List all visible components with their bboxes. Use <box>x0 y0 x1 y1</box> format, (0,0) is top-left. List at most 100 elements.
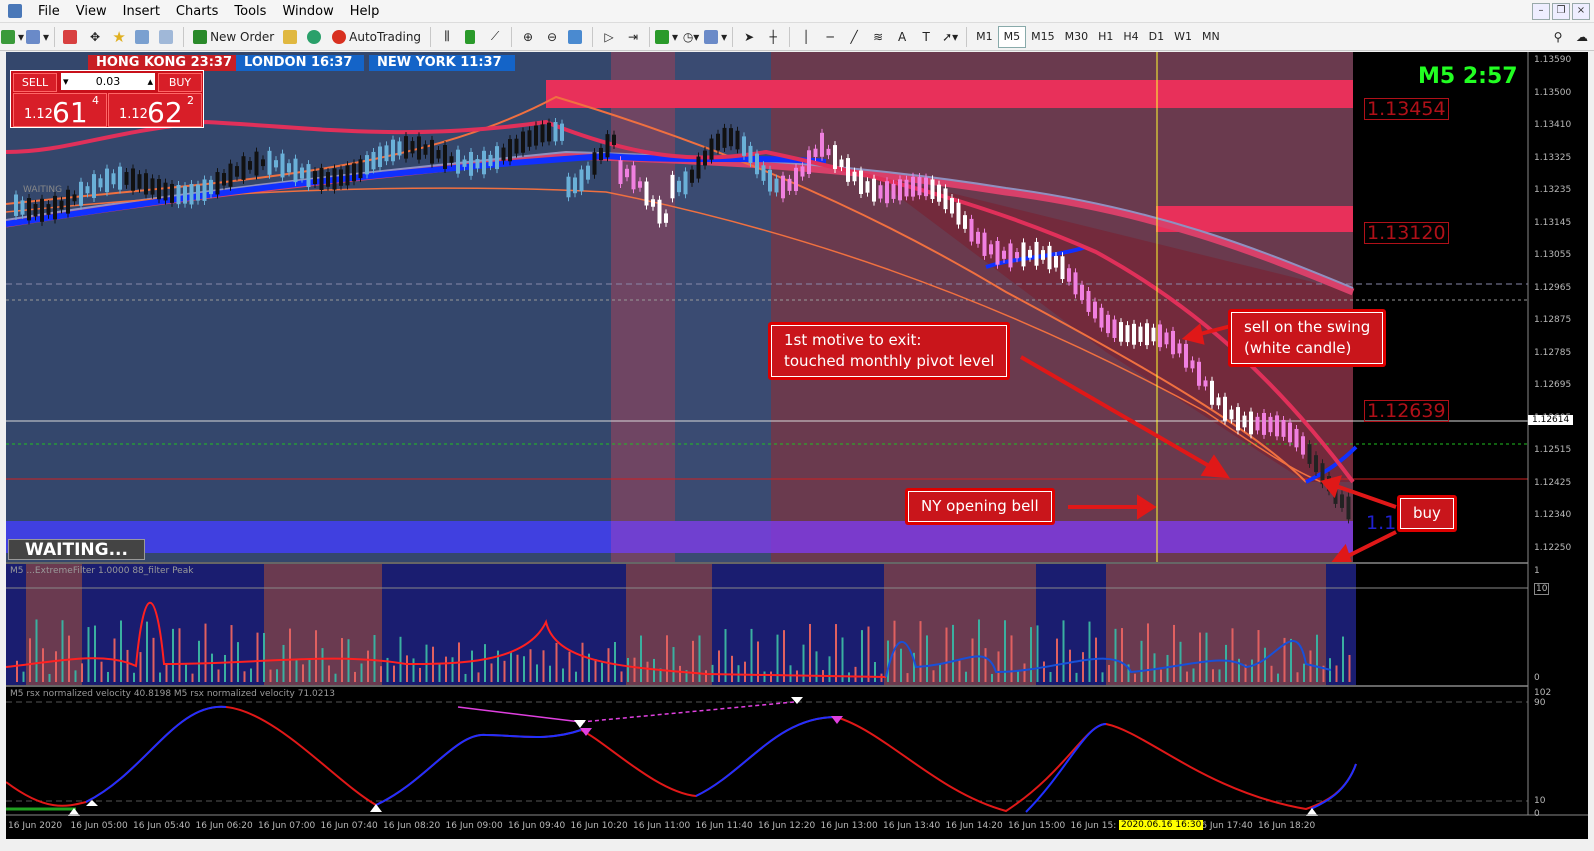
time-axis-label: 16 Jun 05:00 <box>70 821 128 831</box>
app-icon[interactable] <box>8 4 22 18</box>
time-axis-label: 16 Jun 09:00 <box>445 821 503 831</box>
timeframe-m5[interactable]: M5 <box>997 25 1027 48</box>
timeframe-m1[interactable]: M1 <box>971 27 998 47</box>
strategy-tester-icon[interactable] <box>156 26 178 48</box>
signals-icon[interactable] <box>304 26 326 48</box>
chat-icon[interactable]: ☁ <box>1571 26 1593 48</box>
buy-price-prefix: 1.12 <box>119 107 148 122</box>
time-axis-label: 16 Jun 15: <box>1070 821 1117 831</box>
lot-size-input[interactable]: ▾ 0.03 ▴ <box>61 73 155 90</box>
text-label-icon[interactable]: T <box>915 26 937 48</box>
indicator2-axis-90: 90 <box>1534 698 1546 708</box>
periods-clock-icon[interactable]: ◷▾ <box>680 26 702 48</box>
menu-insert[interactable]: Insert <box>115 4 168 19</box>
time-axis-label: 16 Jun 05:40 <box>133 821 191 831</box>
timeframe-h1[interactable]: H1 <box>1093 27 1118 47</box>
minimize-button[interactable]: – <box>1532 3 1550 20</box>
time-axis-label: 16 Jun 2020 <box>8 821 63 831</box>
new-order-button[interactable]: New Order <box>189 26 278 48</box>
price-axis-label: 1.12250 <box>1534 542 1572 553</box>
annotation-sell: sell on the swing (white candle) <box>1228 309 1387 367</box>
timeframe-m30[interactable]: M30 <box>1060 27 1094 47</box>
chart-shift-icon[interactable]: ⇥ <box>622 26 644 48</box>
time-axis-label: 16 Jun 14:20 <box>945 821 1003 831</box>
zoom-out-icon[interactable]: ⊖ <box>541 26 563 48</box>
autoscroll-icon[interactable]: ▷ <box>598 26 620 48</box>
tile-windows-icon[interactable] <box>565 26 587 48</box>
menu-window[interactable]: Window <box>274 4 341 19</box>
search-icon[interactable]: ⚲ <box>1547 26 1569 48</box>
favorites-star-icon[interactable]: ★ <box>108 26 130 48</box>
crosshair-move-icon[interactable]: ✥ <box>84 26 106 48</box>
cursor-icon[interactable]: ➤ <box>738 26 760 48</box>
indicator2-axis-0: 0 <box>1534 809 1540 819</box>
timeframe-w1[interactable]: W1 <box>1169 27 1197 47</box>
buy-button[interactable]: BUY <box>158 73 202 92</box>
crosshair-icon[interactable]: ┼ <box>762 26 784 48</box>
profiles-icon[interactable]: ▾ <box>26 26 49 48</box>
bar-chart-icon[interactable]: ⫼ <box>436 26 458 48</box>
market-watch-icon[interactable] <box>60 26 82 48</box>
pivot-label-2: 1.13120 <box>1364 222 1449 244</box>
restore-button[interactable]: ❐ <box>1552 3 1570 20</box>
menu-bar: File View Insert Charts Tools Window Hel… <box>0 0 1594 23</box>
indicator1-axis-top: 1 <box>1534 566 1540 576</box>
new-order-icon <box>193 29 208 44</box>
timeframe-m15[interactable]: M15 <box>1026 27 1060 47</box>
candlestick-icon[interactable] <box>460 26 482 48</box>
status-waiting: WAITING... <box>8 539 145 560</box>
menu-file[interactable]: File <box>30 4 68 19</box>
time-axis-label: 16 Jun 12:20 <box>758 821 816 831</box>
annotation-ny-open: NY opening bell <box>905 488 1055 525</box>
chart-canvas[interactable] <box>5 52 1588 839</box>
sell-button[interactable]: SELL <box>13 73 57 92</box>
annotation-buy: buy <box>1397 495 1457 532</box>
time-axis-label: 16 Jun 13:40 <box>883 821 941 831</box>
timeframe-d1[interactable]: D1 <box>1144 27 1169 47</box>
timeframe-h4[interactable]: H4 <box>1118 27 1143 47</box>
indicators-icon[interactable]: ▾ <box>655 26 678 48</box>
status-small: WAITING <box>23 185 63 195</box>
zoom-in-icon[interactable]: ⊕ <box>517 26 539 48</box>
vertical-line-icon[interactable]: │ <box>795 26 817 48</box>
buy-price[interactable]: 1.12 62 2 <box>108 93 202 129</box>
close-button[interactable]: × <box>1572 3 1590 20</box>
chart-window[interactable]: HONG KONG 23:37 LONDON 16:37 NEW YORK 11… <box>5 52 1588 839</box>
lot-size-value: 0.03 <box>95 75 121 88</box>
sell-price[interactable]: 1.12 61 4 <box>13 93 107 129</box>
arrows-icon[interactable]: ➚▾ <box>939 26 961 48</box>
lot-down-icon[interactable]: ▾ <box>63 73 69 90</box>
indicator2-axis-102: 102 <box>1534 688 1552 698</box>
time-axis-label: 16 Jun 11:40 <box>695 821 753 831</box>
fibonacci-icon[interactable]: ≋ <box>867 26 889 48</box>
menu-tools[interactable]: Tools <box>226 4 274 19</box>
price-axis-label: 1.12515 <box>1534 445 1572 455</box>
navigator-icon[interactable] <box>132 26 154 48</box>
metaeditor-icon[interactable] <box>280 26 302 48</box>
current-price-tag: 1.12614 <box>1528 415 1574 425</box>
toolbar: ▾ ▾ ✥ ★ New Order AutoTrading ⫼ ⟋ ⊕ ⊖ ▷ … <box>0 23 1594 51</box>
price-axis-label: 1.12965 <box>1534 282 1572 293</box>
indicator2-label: M5 rsx normalized velocity 40.8198 M5 rs… <box>10 689 335 699</box>
indicator2-axis-10: 10 <box>1534 796 1546 806</box>
time-axis-label: 16 Jun 07:40 <box>320 821 378 831</box>
menu-charts[interactable]: Charts <box>168 4 227 19</box>
autotrading-button[interactable]: AutoTrading <box>328 26 425 48</box>
templates-icon[interactable]: ▾ <box>704 26 727 48</box>
text-icon[interactable]: A <box>891 26 913 48</box>
sell-price-sup: 4 <box>92 94 99 107</box>
lot-up-icon[interactable]: ▴ <box>147 73 153 90</box>
new-chart-icon[interactable]: ▾ <box>1 26 24 48</box>
trendline-icon[interactable]: ╱ <box>843 26 865 48</box>
line-chart-icon[interactable]: ⟋ <box>484 26 506 48</box>
menu-help[interactable]: Help <box>342 4 388 19</box>
price-axis-label: 1.12695 <box>1534 380 1572 390</box>
annotation-motive: 1st motive to exit: touched monthly pivo… <box>768 322 1011 380</box>
horizontal-line-icon[interactable]: ─ <box>819 26 841 48</box>
price-axis-label: 1.13410 <box>1534 120 1572 130</box>
menu-view[interactable]: View <box>68 4 115 19</box>
time-axis-label: 16 Jun 08:20 <box>383 821 441 831</box>
timeframe-mn[interactable]: MN <box>1197 27 1225 47</box>
autotrading-icon <box>332 29 347 44</box>
time-axis-label: 16 Jun 17:40 <box>1195 821 1253 831</box>
